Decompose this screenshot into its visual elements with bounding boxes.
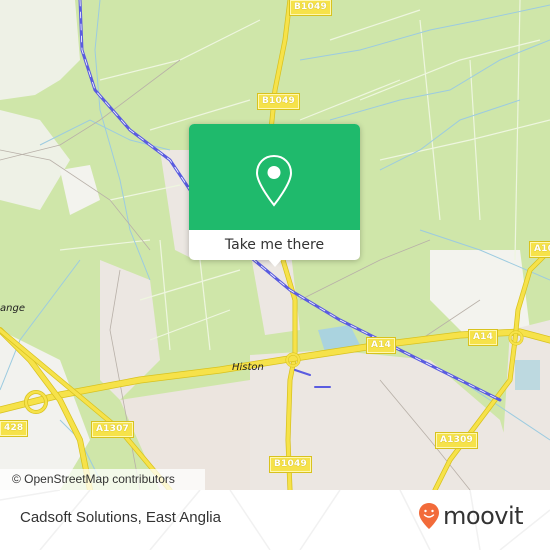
take-me-there-button[interactable]: Take me there bbox=[189, 230, 360, 260]
footer-bar: Cadsoft Solutions, East Anglia moovit bbox=[0, 490, 550, 550]
popup-header bbox=[189, 124, 360, 230]
road-label-b1049: B1049 bbox=[289, 0, 332, 16]
place-label-histon: Histon bbox=[232, 362, 264, 373]
moovit-pin-icon bbox=[419, 503, 439, 529]
map-view[interactable]: B1049 B1049 B1049 A14 A14 A1307 A1309 42… bbox=[0, 0, 550, 490]
map-attribution[interactable]: © OpenStreetMap contributors bbox=[0, 469, 205, 490]
road-label-b1049: B1049 bbox=[269, 456, 312, 473]
moovit-logo[interactable]: moovit bbox=[418, 502, 524, 530]
map-pin-icon bbox=[255, 154, 293, 207]
road-label-b1049: B1049 bbox=[257, 93, 300, 110]
road-label-a428: 428 bbox=[0, 420, 29, 437]
place-label-oakington: ange bbox=[0, 303, 25, 314]
location-popup: Take me there bbox=[189, 124, 360, 267]
road-label-a14: A14 bbox=[365, 337, 397, 354]
road-label-a1307: A1307 bbox=[90, 421, 135, 438]
location-title: Cadsoft Solutions, East Anglia bbox=[20, 509, 221, 526]
popup-pointer bbox=[267, 258, 283, 267]
road-label-a1309: A1309 bbox=[434, 432, 479, 449]
road-label-a10: A10 bbox=[528, 241, 550, 258]
road-label-a14: A14 bbox=[467, 329, 499, 346]
moovit-wordmark: moovit bbox=[443, 502, 524, 530]
